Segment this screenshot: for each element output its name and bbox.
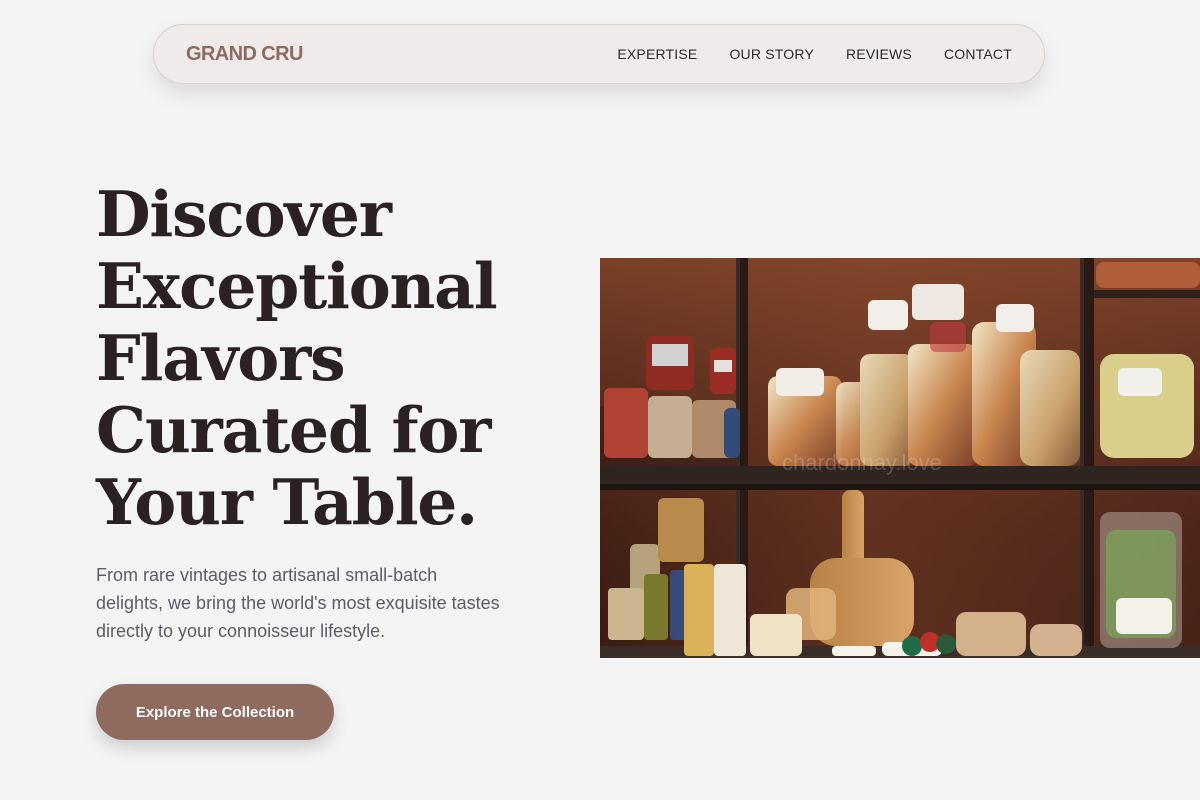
brand-logo[interactable]: GRAND CRU: [186, 43, 303, 66]
nav-link-our-story[interactable]: OUR STORY: [729, 46, 814, 62]
hero-subtitle: From rare vintages to artisanal small-ba…: [96, 565, 500, 641]
hero-image-shop-shelves: chardonnay.love: [600, 258, 1200, 658]
hero-heading-line-5: Your Table.: [96, 465, 478, 539]
image-watermark: chardonnay.love: [782, 450, 942, 475]
landing-page: GRAND CRU EXPERTISE OUR STORY REVIEWS CO…: [0, 0, 1200, 800]
shelves-illustration: chardonnay.love: [600, 258, 1200, 658]
hero-heading: Discover Exceptional Flavors Curated for…: [96, 178, 556, 538]
nav-links: EXPERTISE OUR STORY REVIEWS CONTACT: [617, 46, 1012, 62]
nav-link-expertise[interactable]: EXPERTISE: [617, 46, 697, 62]
nav-link-reviews[interactable]: REVIEWS: [846, 46, 912, 62]
hero-heading-line-2: Exceptional: [96, 249, 498, 323]
hero-heading-line-3: Flavors: [96, 321, 346, 395]
top-navigation-bar: GRAND CRU EXPERTISE OUR STORY REVIEWS CO…: [153, 24, 1045, 84]
hero-heading-line-4: Curated for: [96, 393, 491, 467]
hero-heading-line-1: Discover: [96, 177, 392, 251]
nav-link-contact[interactable]: CONTACT: [944, 46, 1012, 62]
explore-collection-button[interactable]: Explore the Collection: [96, 684, 334, 740]
